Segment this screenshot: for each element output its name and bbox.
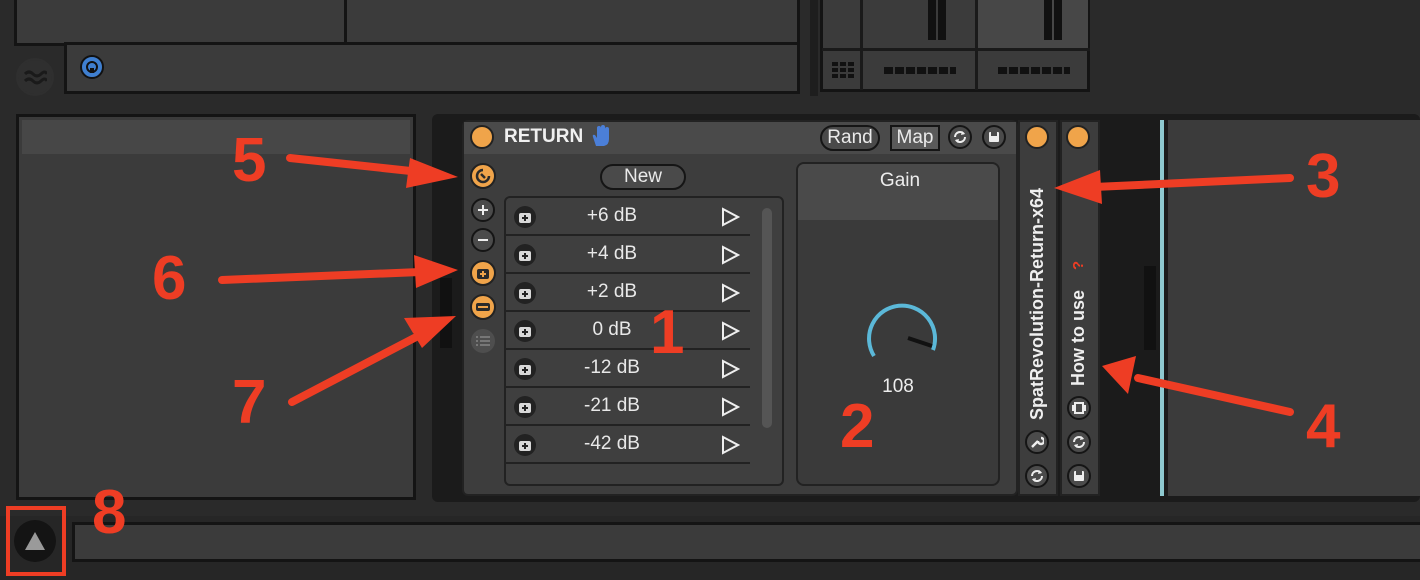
annotation-number-4: 4	[1306, 392, 1341, 461]
annotation-number-5: 5	[232, 126, 267, 195]
annotation-number-6: 6	[152, 244, 187, 313]
annotation-number-7: 7	[232, 368, 267, 437]
annotation-arrows	[218, 154, 1294, 416]
annotation-number-2: 2	[840, 392, 875, 461]
annotation-number-3: 3	[1306, 142, 1341, 211]
annotation-number-1: 1	[650, 298, 685, 367]
annotation-number-8: 8	[92, 478, 127, 547]
